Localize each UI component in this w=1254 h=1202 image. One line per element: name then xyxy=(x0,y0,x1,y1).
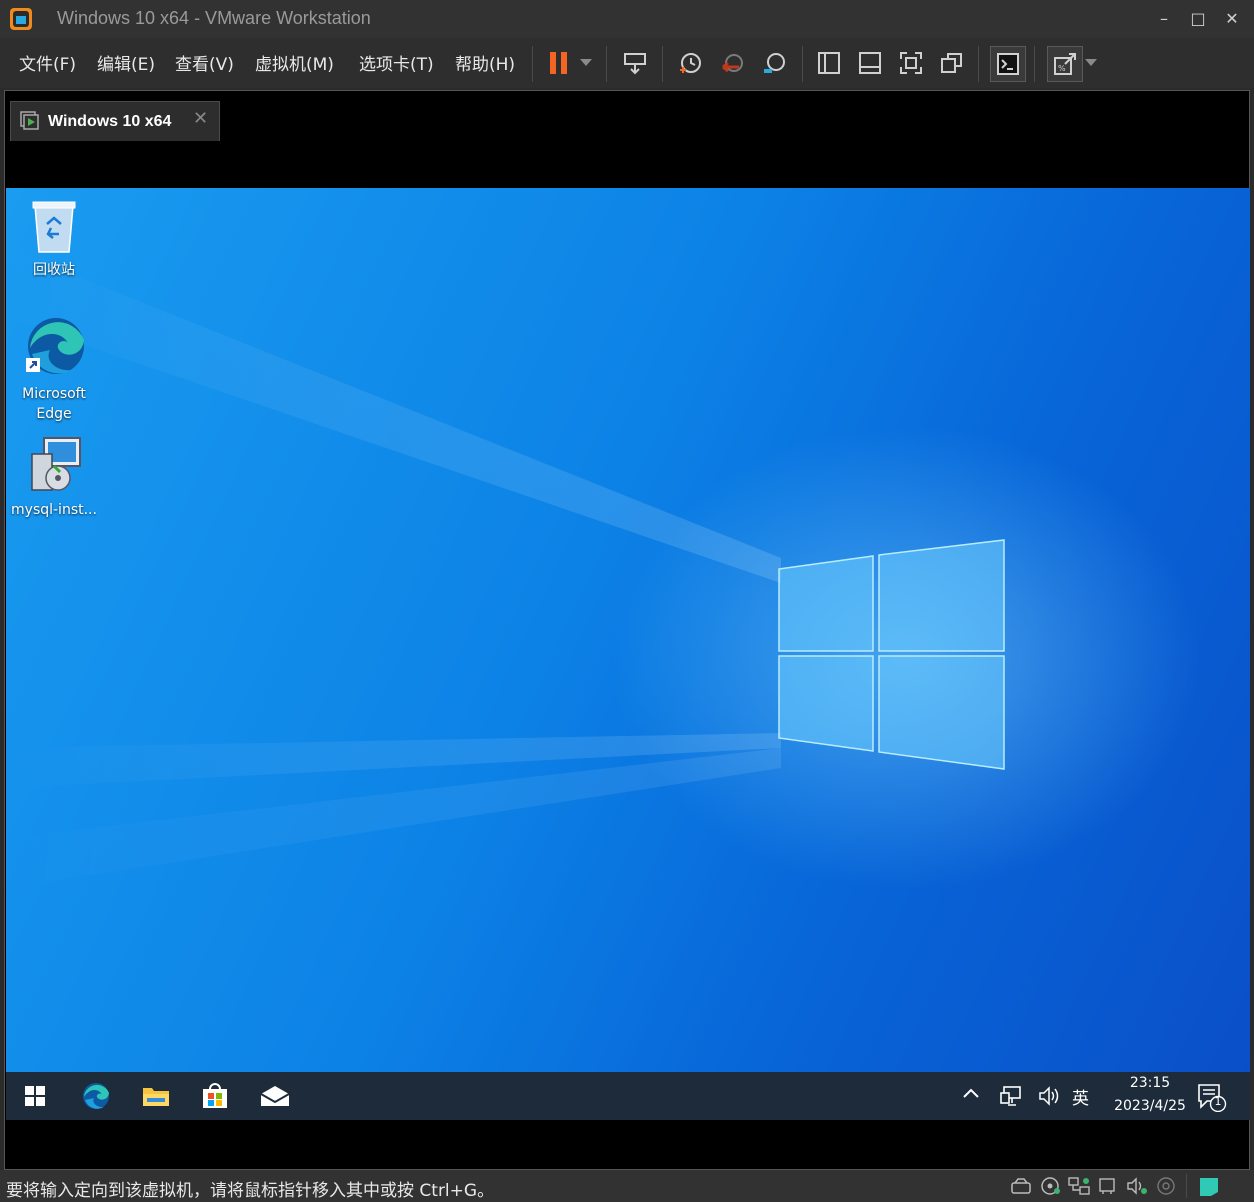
desktop-icon-microsoft-edge[interactable]: Microsoft Edge xyxy=(8,314,100,424)
windows-start-icon xyxy=(25,1086,45,1106)
wallpaper-light-beams xyxy=(6,248,781,888)
recycle-bin-icon xyxy=(32,201,76,253)
input-method-indicator[interactable]: 英 xyxy=(1072,1084,1089,1109)
windows-desktop[interactable]: 回收站 Microsoft Edge mysql-inst... xyxy=(6,188,1250,1072)
clock-time[interactable]: 23:15 xyxy=(1120,1075,1180,1091)
full-screen-icon[interactable] xyxy=(894,46,928,80)
message-log-icon[interactable] xyxy=(1198,1176,1220,1196)
svg-text:%: % xyxy=(1058,64,1066,73)
unity-icon[interactable] xyxy=(935,46,969,80)
taskbar-file-explorer-button[interactable] xyxy=(127,1072,185,1120)
status-bar: 要将输入定向到该虚拟机，请将鼠标指针移入其中或按 Ctrl+G。 xyxy=(0,1170,1254,1202)
status-separator xyxy=(1186,1174,1187,1198)
tab-close-icon[interactable]: ✕ xyxy=(193,108,208,129)
menu-toolbar: 文件(F) 编辑(E) 查看(V) 虚拟机(M) 选项卡(T) 帮助(H) % xyxy=(0,38,1254,88)
revert-snapshot-icon[interactable] xyxy=(715,46,749,80)
desktop-icon-recycle-bin[interactable]: 回收站 xyxy=(8,198,100,280)
toolbar-separator xyxy=(662,46,663,82)
desktop-icon-label: mysql-inst... xyxy=(11,502,97,518)
toolbar-separator xyxy=(606,46,607,82)
installer-icon xyxy=(31,437,81,491)
network-icon[interactable] xyxy=(1000,1085,1022,1112)
toolbar-separator xyxy=(532,46,533,82)
sound-card-icon[interactable] xyxy=(1126,1176,1148,1196)
close-button[interactable]: ✕ xyxy=(1218,6,1246,32)
thumbnail-bar-icon[interactable] xyxy=(853,46,887,80)
edge-icon xyxy=(26,318,84,374)
desktop-icon-label-line2: Edge xyxy=(36,406,72,422)
desktop-icon-label: 回收站 xyxy=(33,262,75,278)
menu-file[interactable]: 文件(F) xyxy=(19,50,76,75)
tab-label: Windows 10 x64 xyxy=(48,113,172,130)
menu-view[interactable]: 查看(V) xyxy=(175,50,234,75)
start-button[interactable] xyxy=(6,1072,64,1120)
menu-tabs[interactable]: 选项卡(T) xyxy=(359,50,434,75)
windows-logo-icon xyxy=(778,539,1005,770)
cd-dvd-icon[interactable] xyxy=(1040,1176,1062,1196)
pause-icon[interactable] xyxy=(542,46,576,80)
toolbar-separator xyxy=(1034,46,1035,82)
taskbar-mail-button[interactable] xyxy=(246,1072,304,1120)
notification-count-badge: 1 xyxy=(1214,1095,1222,1108)
vmware-logo-icon xyxy=(9,7,33,31)
tab-windows-10-x64[interactable]: Windows 10 x64 ✕ xyxy=(10,101,220,141)
menu-vm[interactable]: 虚拟机(M) xyxy=(255,50,334,75)
stretch-view-icon[interactable]: % xyxy=(1047,46,1083,82)
folder-icon xyxy=(143,1088,169,1106)
clock-date[interactable]: 2023/4/25 xyxy=(1102,1098,1198,1114)
snapshot-manager-icon[interactable] xyxy=(757,46,791,80)
title-bar: Windows 10 x64 - VMware Workstation – □ … xyxy=(0,0,1254,38)
desktop-icon-label-line1: Microsoft xyxy=(22,386,86,402)
desktop-icon-mysql-installer[interactable]: mysql-inst... xyxy=(8,436,100,520)
action-center-icon[interactable]: 1 xyxy=(1196,1082,1230,1114)
display-icon[interactable] xyxy=(1156,1176,1178,1196)
minimize-button[interactable]: – xyxy=(1150,6,1178,32)
volume-icon[interactable] xyxy=(1038,1085,1062,1112)
taskbar-store-button[interactable] xyxy=(186,1072,244,1120)
stretch-dropdown-icon[interactable] xyxy=(1080,46,1102,80)
maximize-button[interactable]: □ xyxy=(1184,6,1212,32)
mail-icon xyxy=(260,1086,290,1106)
console-view-icon[interactable] xyxy=(990,46,1026,82)
vm-running-icon xyxy=(20,111,40,131)
toolbar-separator xyxy=(978,46,979,82)
show-hidden-icons-chevron-icon[interactable] xyxy=(962,1084,980,1107)
toolbar-separator xyxy=(802,46,803,82)
show-library-icon[interactable] xyxy=(812,46,846,80)
usb-device-icon[interactable] xyxy=(1097,1176,1119,1196)
pause-dropdown-icon[interactable] xyxy=(574,46,598,80)
send-ctrl-alt-del-icon[interactable] xyxy=(618,46,652,80)
windows-taskbar: 英 23:15 2023/4/25 1 xyxy=(6,1072,1250,1120)
menu-edit[interactable]: 编辑(E) xyxy=(97,50,155,75)
status-message: 要将输入定向到该虚拟机，请将鼠标指针移入其中或按 Ctrl+G。 xyxy=(6,1181,495,1201)
snapshot-icon[interactable] xyxy=(673,46,707,80)
store-icon xyxy=(203,1083,227,1108)
taskbar-edge-button[interactable] xyxy=(67,1072,125,1120)
menu-help[interactable]: 帮助(H) xyxy=(455,50,515,75)
window-title: Windows 10 x64 - VMware Workstation xyxy=(57,8,371,28)
network-adapter-icon[interactable] xyxy=(1068,1176,1090,1196)
edge-icon xyxy=(83,1083,109,1109)
hard-disk-icon[interactable] xyxy=(1010,1176,1032,1196)
